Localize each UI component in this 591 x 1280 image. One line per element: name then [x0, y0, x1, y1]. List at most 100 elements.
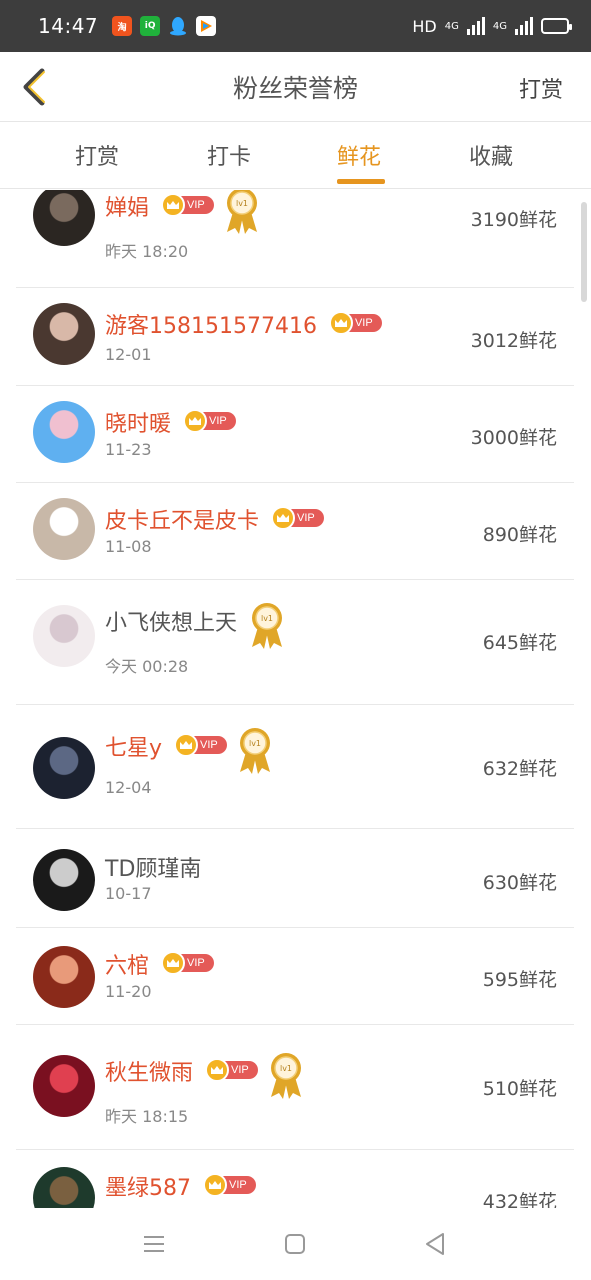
fan-row[interactable]: TD顾瑾南 10-17 630鲜花 [16, 829, 574, 928]
status-time: 14:47 [38, 14, 99, 38]
vip-badge: VIP [183, 409, 236, 433]
avatar[interactable] [33, 1167, 95, 1208]
fan-date: 10-17 [105, 884, 152, 903]
flower-count: 3012鲜花 [470, 330, 557, 352]
crown-icon [183, 409, 207, 433]
avatar[interactable] [33, 1055, 95, 1117]
tencent-video-icon [196, 16, 217, 36]
vip-badge: VIP [174, 733, 228, 757]
tab-reward[interactable]: 打赏 [75, 139, 119, 171]
flower-count: 3190鲜花 [470, 209, 557, 231]
back-triangle-icon [426, 1233, 444, 1255]
crown-icon [174, 733, 199, 757]
crown-icon [271, 506, 295, 530]
fan-row[interactable]: 游客158151577416 VIP 12-01 3012鲜花 [16, 288, 574, 386]
signal-icon-2 [515, 17, 533, 35]
fan-name[interactable]: 婵娟 [105, 190, 149, 222]
fan-row[interactable]: 小飞侠想上天 lv1 今天 00:28 645鲜花 [16, 580, 574, 705]
level-medal-icon: lv1 [237, 726, 273, 776]
vip-badge: VIP [161, 193, 214, 217]
avatar[interactable] [33, 190, 95, 246]
tab-bar: 打赏 打卡 鲜花 收藏 [0, 123, 591, 189]
avatar[interactable] [33, 849, 95, 911]
reward-button[interactable]: 打赏 [519, 72, 563, 104]
hd-indicator: HD [412, 16, 437, 36]
fan-name[interactable]: 秋生微雨 [105, 1055, 193, 1087]
fan-row[interactable]: 七星y VIP lv1 12-04 632鲜花 [16, 705, 574, 829]
fan-row[interactable]: 墨绿587 VIP 432鲜花 [16, 1150, 574, 1208]
medal-label: lv1 [236, 199, 248, 208]
back-nav-button[interactable] [421, 1230, 449, 1258]
fan-list[interactable]: 婵娟 VIP lv1 昨天 18:20 3190鲜花 游客158151577416 VIP 1… [16, 190, 574, 1208]
tab-favorites[interactable]: 收藏 [469, 139, 513, 171]
vip-badge: VIP [202, 1173, 256, 1197]
flower-count: 595鲜花 [482, 969, 557, 991]
fan-name[interactable]: 晓时暖 [105, 406, 171, 438]
fan-name[interactable]: 游客158151577416 [105, 308, 317, 340]
back-button[interactable] [14, 66, 54, 108]
scrollbar[interactable] [581, 202, 587, 302]
fan-row[interactable]: 婵娟 VIP lv1 昨天 18:20 3190鲜花 [16, 190, 574, 288]
system-nav-bar [0, 1208, 591, 1280]
flower-count: 630鲜花 [482, 872, 557, 894]
avatar[interactable] [33, 946, 95, 1008]
page-title: 粉丝荣誉榜 [232, 73, 358, 103]
medal-label: lv1 [249, 739, 261, 748]
qq-icon [168, 16, 188, 36]
fan-date: 今天 00:28 [105, 657, 189, 676]
flower-count: 432鲜花 [482, 1191, 557, 1208]
avatar[interactable] [33, 498, 95, 560]
crown-icon [161, 951, 185, 975]
fan-name[interactable]: 皮卡丘不是皮卡 [105, 503, 259, 535]
crown-icon [202, 1173, 227, 1197]
fan-date: 11-23 [105, 440, 152, 459]
avatar[interactable] [33, 605, 95, 667]
avatar[interactable] [33, 401, 95, 463]
tab-flowers[interactable]: 鲜花 [337, 139, 381, 171]
avatar[interactable] [33, 303, 95, 365]
signal-icon [466, 17, 485, 35]
level-medal-icon: lv1 [268, 1051, 304, 1101]
crown-icon [205, 1058, 229, 1082]
fan-name[interactable]: 七星y [105, 730, 162, 762]
fan-date: 11-08 [105, 537, 152, 556]
tab-checkin[interactable]: 打卡 [207, 139, 251, 171]
flower-count: 890鲜花 [482, 524, 557, 546]
fan-name[interactable]: TD顾瑾南 [105, 851, 201, 883]
fan-name[interactable]: 墨绿587 [105, 1170, 191, 1202]
status-bar: 14:47 淘 iQ HD 4G 4G [0, 0, 591, 52]
signal-label-2: 4G [492, 20, 507, 32]
flower-count: 3000鲜花 [470, 427, 557, 449]
vip-badge: VIP [328, 311, 382, 335]
level-medal-icon: lv1 [224, 190, 260, 236]
flower-count: 645鲜花 [482, 632, 557, 654]
home-button[interactable] [281, 1230, 309, 1258]
fan-date: 12-01 [105, 345, 152, 364]
menu-icon [144, 1236, 164, 1252]
fan-date: 11-20 [105, 982, 152, 1001]
medal-label: lv1 [261, 614, 273, 623]
fan-row[interactable]: 皮卡丘不是皮卡 VIP 11-08 890鲜花 [16, 483, 574, 580]
home-square-icon [285, 1234, 305, 1254]
fan-row[interactable]: 六棺 VIP 11-20 595鲜花 [16, 928, 574, 1025]
fan-date: 昨天 18:15 [105, 1107, 189, 1126]
fan-name[interactable]: 六棺 [105, 948, 149, 980]
crown-icon [161, 193, 185, 217]
app-header: 粉丝荣誉榜 打赏 [0, 52, 591, 122]
fan-name[interactable]: 小飞侠想上天 [105, 605, 237, 637]
vip-badge: VIP [271, 506, 324, 530]
tab-active-indicator [337, 179, 385, 184]
signal-label-1: 4G [444, 20, 459, 32]
vip-badge: VIP [205, 1058, 258, 1082]
back-arrow-icon [23, 68, 45, 106]
iqiyi-icon: iQ [140, 16, 161, 36]
avatar[interactable] [33, 737, 95, 799]
fan-date: 12-04 [105, 778, 152, 797]
menu-button[interactable] [140, 1230, 168, 1258]
fan-row[interactable]: 晓时暖 VIP 11-23 3000鲜花 [16, 386, 574, 483]
flower-count: 510鲜花 [482, 1078, 557, 1100]
fan-row[interactable]: 秋生微雨 VIP lv1 昨天 18:15 510鲜花 [16, 1025, 574, 1150]
battery-icon [541, 18, 572, 34]
level-medal-icon: lv1 [249, 601, 285, 651]
crown-icon [328, 311, 353, 335]
